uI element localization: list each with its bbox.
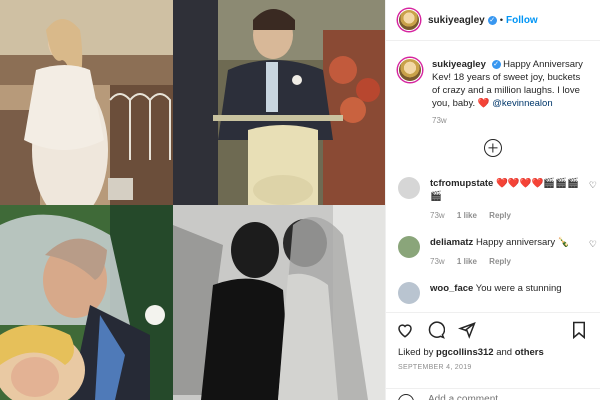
comment-item: tcfromupstate ❤️❤️❤️❤️🎬🎬🎬🎬 73w 1 like Re…: [386, 177, 600, 222]
comment-text: You were a stunning: [475, 283, 562, 294]
comment-likes[interactable]: 1 like: [457, 211, 477, 220]
paper-plane-icon[interactable]: [458, 321, 476, 339]
action-icons-row: [386, 313, 600, 339]
comment-bubble-icon[interactable]: [427, 321, 445, 339]
add-comment-input[interactable]: [428, 394, 560, 400]
author-username[interactable]: sukiyeagley: [428, 15, 485, 26]
add-comment-bar: [386, 388, 600, 400]
comment-item: deliamatz Happy anniversary 🍾 73w 1 like…: [386, 236, 600, 268]
commenter-avatar[interactable]: [398, 282, 420, 304]
post-actions: Liked by pgcollins312 and others SEPTEMB…: [386, 312, 600, 371]
verified-badge-icon: ✓: [487, 15, 497, 25]
commenter-avatar[interactable]: [398, 236, 420, 258]
liked-by-prefix: Liked by: [398, 347, 434, 358]
comment-meta: 73w 1 like Reply: [430, 209, 586, 222]
bookmark-icon[interactable]: [570, 321, 588, 339]
post-image-collage[interactable]: [0, 0, 385, 400]
comment-meta: 73w 1 like Reply: [430, 255, 570, 268]
photo-silhouette-kiss: [173, 205, 385, 400]
comment-body: woo_face You were a stunning: [430, 282, 562, 304]
post-header: sukiyeagley ✓ • Follow: [386, 0, 600, 41]
liked-by-user-link[interactable]: pgcollins312: [436, 347, 494, 358]
commenter-avatar[interactable]: [398, 177, 420, 199]
photo-bride-sepia: [0, 0, 173, 205]
comment-time[interactable]: 73w: [430, 257, 445, 266]
comment-reply-button[interactable]: Reply: [489, 211, 511, 220]
caption-username[interactable]: sukiyeagley: [432, 59, 486, 70]
caption-text-block: sukiyeagley ✓ Happy Anniversary Kev! 18 …: [432, 58, 586, 110]
caption-avatar[interactable]: [398, 58, 422, 82]
comment-like-heart-icon[interactable]: ♡: [589, 239, 597, 250]
comment-body: tcfromupstate ❤️❤️❤️❤️🎬🎬🎬🎬 73w 1 like Re…: [430, 177, 586, 222]
comment-username[interactable]: tcfromupstate: [430, 178, 493, 189]
comment-time[interactable]: 73w: [430, 211, 445, 220]
comment-body: deliamatz Happy anniversary 🍾 73w 1 like…: [430, 236, 570, 268]
comment-username[interactable]: woo_face: [430, 283, 473, 294]
follow-button[interactable]: Follow: [506, 15, 538, 26]
comment-username[interactable]: deliamatz: [430, 237, 473, 248]
liked-by-and: and: [496, 347, 513, 358]
liked-by-text: Liked by pgcollins312 and others: [386, 339, 600, 358]
photo-couple-veil: [0, 205, 173, 400]
plus-circle-icon[interactable]: [484, 139, 502, 157]
caption-mention-link[interactable]: @kevinnealon: [492, 98, 552, 109]
heart-outline-icon[interactable]: [396, 321, 414, 339]
post-side-panel: sukiyeagley ✓ • Follow sukiyeagley ✓ Hap…: [385, 0, 600, 400]
heart-emoji: ❤️: [477, 98, 490, 109]
comment-reply-button[interactable]: Reply: [489, 257, 511, 266]
verified-badge-icon: ✓: [491, 59, 501, 69]
liked-by-others-link[interactable]: others: [515, 347, 544, 358]
caption-timestamp[interactable]: 73w: [432, 116, 600, 125]
comments-list[interactable]: sukiyeagley ✓ Happy Anniversary Kev! 18 …: [386, 48, 600, 310]
post-date[interactable]: SEPTEMBER 4, 2019: [386, 358, 600, 371]
comment-text: Happy anniversary 🍾: [475, 237, 570, 248]
author-avatar[interactable]: [398, 9, 420, 31]
comment-like-heart-icon[interactable]: ♡: [589, 180, 597, 191]
post-caption: sukiyeagley ✓ Happy Anniversary Kev! 18 …: [386, 48, 600, 110]
smiley-icon[interactable]: [398, 394, 414, 400]
photo-groom-scooter: [173, 0, 385, 205]
separator-dot: •: [499, 14, 504, 26]
comment-likes[interactable]: 1 like: [457, 257, 477, 266]
comment-item: woo_face You were a stunning: [386, 282, 600, 304]
